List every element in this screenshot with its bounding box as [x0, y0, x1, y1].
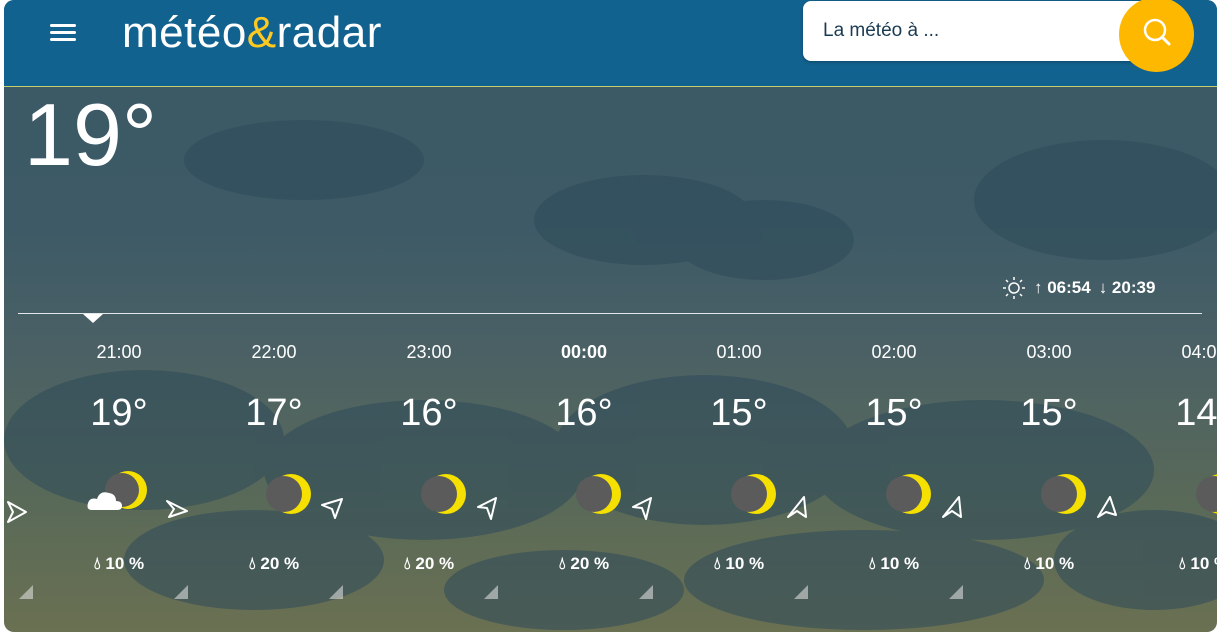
wind-arrow-icon	[166, 500, 188, 518]
cloud-moon-icon	[87, 471, 147, 510]
rain-chance: 💧︎ 10 %	[1023, 554, 1075, 573]
hour-temperature: 15°	[865, 392, 923, 434]
moon-icon	[1196, 474, 1217, 514]
corner-marker-icon	[639, 585, 653, 599]
rain-chance: 💧︎ 20 %	[558, 554, 610, 573]
hamburger-icon[interactable]	[50, 20, 76, 46]
moon-icon	[731, 474, 776, 514]
sun-icon	[1003, 277, 1025, 299]
rain-chance: 💧︎ 10 %	[713, 554, 765, 573]
search-input[interactable]	[821, 19, 1105, 43]
sun-times: ↑ 06:54 ↓ 20:39	[1002, 276, 1155, 300]
hour-temperature: 16°	[400, 392, 458, 434]
logo-text-radar: radar	[276, 8, 382, 57]
rain-value: 20 %	[260, 554, 300, 573]
corner-marker-icon	[949, 585, 963, 599]
moon-icon	[886, 474, 931, 514]
rain-chance: 💧︎ 20 %	[403, 554, 455, 573]
weather-widget: météo&radar 19° ↑ 06:54 ↓ 20:39 21	[4, 0, 1217, 632]
site-header: météo&radar	[4, 0, 1217, 87]
hour-temperature: 16°	[555, 392, 613, 434]
corner-marker-icon	[174, 585, 188, 599]
hour-temperature: 14°	[1175, 392, 1217, 434]
rain-value: 20 %	[415, 554, 455, 573]
rain-value: 10 %	[105, 554, 145, 573]
hour-time: 01:00	[716, 342, 762, 362]
moon-icon	[576, 474, 621, 514]
hour-time: 22:00	[251, 342, 297, 362]
wind-arrow-icon	[477, 497, 497, 520]
sky-background	[4, 120, 1217, 630]
rain-value: 10 %	[1190, 554, 1217, 573]
rain-chance: 💧︎ 10 %	[93, 554, 145, 573]
rain-chance: 💧︎ 10 %	[1144, 554, 1217, 574]
corner-marker-icon	[19, 585, 33, 599]
hour-temperature: 19°	[90, 392, 148, 434]
logo-ampersand: &	[246, 8, 277, 57]
wind-arrow-icon	[942, 496, 962, 518]
wind-arrow-icon	[632, 497, 652, 520]
hour-temperature: 17°	[245, 392, 303, 434]
wind-arrow-icon	[1097, 496, 1117, 518]
rain-value: 10 %	[1035, 554, 1075, 573]
rain-value: 10 %	[880, 554, 920, 573]
site-logo[interactable]: météo&radar	[122, 8, 382, 58]
timeline-pointer	[83, 314, 103, 323]
sunset-time: ↓ 20:39	[1098, 278, 1156, 297]
hour-time: 04:00	[1181, 342, 1217, 362]
wind-arrow-icon	[787, 496, 807, 518]
hour-time: 00:00	[560, 342, 608, 362]
sunrise-time: ↑ 06:54	[1034, 278, 1091, 297]
wind-arrow-icon	[7, 501, 27, 523]
corner-marker-icon	[794, 585, 808, 599]
search-button[interactable]	[1119, 0, 1194, 72]
current-temperature: 19°	[24, 85, 158, 184]
corner-marker-icon	[329, 585, 343, 599]
rain-chance: 💧︎ 20 %	[248, 554, 300, 573]
rain-value: 10 %	[725, 554, 765, 573]
timeline-line	[18, 313, 1202, 314]
hour-time: 03:00	[1026, 342, 1072, 362]
wind-arrow-icon	[321, 498, 343, 519]
corner-marker-icon	[484, 585, 498, 599]
hour-temperature: 15°	[1020, 392, 1078, 434]
logo-text-meteo: météo	[122, 8, 247, 57]
hour-temperature: 15°	[710, 392, 768, 434]
hour-time: 23:00	[406, 342, 452, 362]
moon-icon	[421, 474, 466, 514]
hour-time: 02:00	[871, 342, 917, 362]
hour-time: 21:00	[96, 342, 142, 362]
search-icon	[1143, 18, 1171, 46]
rain-chance: 💧︎ 10 %	[868, 554, 920, 573]
search-box	[803, 1, 1163, 61]
rain-value: 20 %	[570, 554, 610, 573]
moon-icon	[266, 474, 311, 514]
moon-icon	[1041, 474, 1086, 514]
